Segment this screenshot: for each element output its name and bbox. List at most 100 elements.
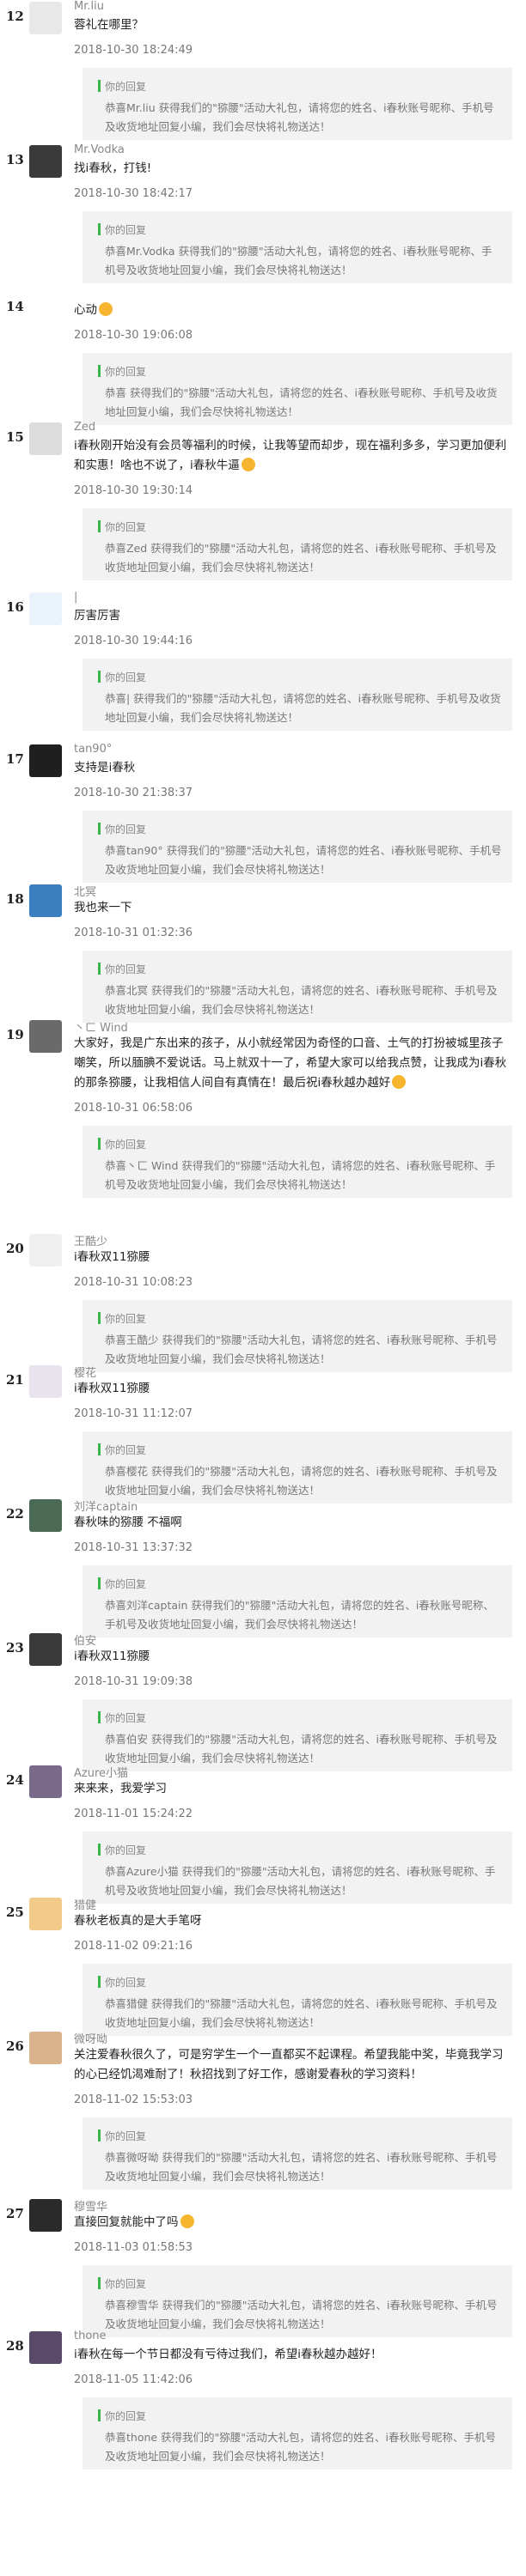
reply-label: 你的回复 [105, 1976, 147, 1989]
commenter-name: Mr.liu [74, 0, 104, 13]
reply-label: 你的回复 [105, 1844, 147, 1856]
avatar[interactable] [29, 2, 62, 34]
reply-marker [98, 1443, 101, 1456]
reply-label: 你的回复 [105, 1578, 147, 1591]
reply-label: 你的回复 [105, 366, 147, 379]
comment-list: 12 Mr.liu 蓉礼在哪里？ 2018-10-30 18:24:49 你的回复 恭喜M… [0, 0, 526, 2576]
comment-number: 17 [6, 750, 24, 767]
emoji-icon [241, 458, 255, 472]
reply-text: 恭喜thone 获得我们的"猕腰"活动大礼包，请将您的姓名、i春秋账号昵称、手机… [105, 2431, 497, 2464]
comment-number: 16 [6, 598, 24, 615]
commenter-name: Azure小猫 [74, 1766, 129, 1780]
author-reply: 你的回复 恭喜Mr.Vodka 获得我们的"猕腰"活动大礼包，请将您的姓名、i春秋… [83, 211, 512, 284]
reply-label: 你的回复 [105, 81, 147, 93]
commenter-name: 穆雪华 [74, 2201, 108, 2215]
emoji-icon [180, 2215, 194, 2229]
comment-time: 2018-10-30 21:38:37 [74, 786, 193, 799]
avatar[interactable] [29, 1897, 62, 1930]
reply-label: 你的回复 [105, 823, 147, 835]
avatar[interactable] [29, 1233, 62, 1267]
avatar[interactable] [29, 145, 62, 179]
reply-marker [98, 1311, 101, 1324]
avatar[interactable] [29, 422, 62, 456]
author-reply: 你的回复 恭喜刘洋captain 获得我们的"猕腰"活动大礼包，请将您的姓名、i春… [83, 1565, 512, 1638]
reply-marker [98, 80, 101, 92]
commenter-name: 伯安 [74, 1635, 97, 1648]
comment-text: i春秋在每一个节日都没有亏待过我们，希望i春秋越办越好！ [74, 2348, 382, 2362]
comment-text: i春秋刚开始没有会员等福利的时候，让我等望而却步，现在福利多多，学习更加便利和实… [74, 439, 507, 473]
reply-marker [98, 2129, 101, 2142]
avatar[interactable] [29, 1019, 62, 1053]
reply-marker [98, 2277, 101, 2290]
comment-number: 21 [6, 1372, 24, 1388]
reply-label: 你的回复 [105, 671, 147, 683]
reply-label: 你的回复 [105, 1138, 147, 1151]
author-reply: 你的回复 恭喜穆雪华 获得我们的"猕腰"活动大礼包，请将您的姓名、i春秋账号昵称、… [83, 2265, 512, 2338]
comment-text: 找i春秋，打钱! [74, 161, 152, 176]
comment-text: 直接回复就能中了吗 [74, 2213, 512, 2233]
avatar[interactable] [29, 1365, 62, 1399]
reply-text: 恭喜北冥 获得我们的"猕腰"活动大礼包，请将您的姓名、i春秋账号昵称、手机号及收… [105, 983, 498, 1016]
reply-text: 恭喜tan90° 获得我们的"猕腰"活动大礼包，请将您的姓名、i春秋账号昵称、手… [105, 843, 502, 876]
comment-time: 2018-10-31 10:08:23 [74, 1275, 193, 1289]
author-reply: 你的回复 恭喜樱花 获得我们的"猕腰"活动大礼包，请将您的姓名、i春秋账号昵称、手… [83, 1431, 512, 1504]
comment-text: 来来来，我爱学习 [74, 1781, 167, 1795]
author-reply: 你的回复 恭喜北冥 获得我们的"猕腰"活动大礼包，请将您的姓名、i春秋账号昵称、手… [83, 950, 512, 1023]
reply-marker [98, 962, 101, 975]
comment-text: 关注爱春秋很久了，可是穷学生一个一直都买不起课程。希望我能中奖，毕竟我学习的心已… [74, 2047, 504, 2081]
avatar[interactable] [29, 2331, 62, 2365]
avatar[interactable] [29, 1499, 62, 1533]
avatar[interactable] [29, 1765, 62, 1798]
comment-number: 14 [6, 299, 24, 315]
emoji-icon [392, 1074, 407, 1089]
reply-marker [98, 2409, 101, 2422]
author-reply: 你的回复恭喜tan90° 获得我们的"猕腰"活动大礼包，请将您的姓名、i春秋账号… [83, 810, 512, 883]
reply-text: 恭喜猎健 获得我们的"猕腰"活动大礼包，请将您的姓名、i春秋账号昵称、手机号及收… [105, 1996, 498, 2029]
reply-text: 恭喜 获得我们的"猕腰"活动大礼包，请将您的姓名、i春秋账号昵称、手机号及收货地… [105, 386, 498, 419]
avatar[interactable] [29, 884, 62, 917]
comment-text: 大家好，我是广东出来的孩子，从小就经常因为奇怪的口音、土气的打扮被城里孩子嘲笑，… [74, 1036, 507, 1090]
comment-number: 27 [6, 2206, 24, 2222]
avatar[interactable] [29, 2199, 62, 2233]
comment-number: 23 [6, 1640, 24, 1656]
comment-number: 28 [6, 2338, 24, 2354]
reply-text: 恭喜伯安 获得我们的"猕腰"活动大礼包，请将您的姓名、i春秋账号昵称、手机号及收… [105, 1733, 498, 1765]
comment-number: 26 [6, 2038, 24, 2054]
reply-text: 恭喜王酷少 获得我们的"猕腰"活动大礼包，请将您的姓名、i春秋账号昵称、手机号及… [105, 1333, 498, 1365]
reply-text: 恭喜微呀呦 获得我们的"猕腰"活动大礼包，请将您的姓名、i春秋账号昵称、手机号及… [105, 2150, 498, 2183]
reply-label: 你的回复 [105, 2278, 147, 2291]
commenter-name: 猎健 [74, 1899, 97, 1912]
reply-marker [98, 365, 101, 378]
comment-text: i春秋双11猕腰 [74, 1249, 150, 1264]
author-reply: 你的回复 恭喜Azure小猫 获得我们的"猕腰"活动大礼包，请将您的姓名、i春秋账… [83, 1831, 512, 1904]
commenter-name: 樱花 [74, 1367, 97, 1381]
commenter-name: 微呀呦 [74, 2032, 108, 2046]
comment-number: 15 [6, 429, 24, 446]
author-reply: 你的回复 恭喜王酷少 获得我们的"猕腰"活动大礼包，请将您的姓名、i春秋账号昵称、… [83, 1299, 512, 1372]
author-reply: 你的回复 恭喜Zed 获得我们的"猕腰"活动大礼包，请将您的姓名、i春秋账号昵称、… [83, 508, 512, 581]
reply-marker [98, 520, 101, 533]
comment-time: 2018-10-31 01:32:36 [74, 926, 193, 939]
commenter-name: 王酷少 [74, 1235, 108, 1249]
author-reply: 你的回复 恭喜伯安 获得我们的"猕腰"活动大礼包，请将您的姓名、i春秋账号昵称、手… [83, 1699, 512, 1771]
comment-text: 蓉礼在哪里？ [74, 18, 144, 32]
comment-text: 春秋老板真的是大手笔呀 [74, 1913, 202, 1928]
avatar[interactable] [29, 2031, 62, 2064]
avatar[interactable] [29, 744, 62, 777]
author-reply: 你的回复恭喜 获得我们的"猕腰"活动大礼包，请将您的姓名、i春秋账号昵称、手机号… [83, 353, 512, 426]
avatar[interactable] [29, 1633, 62, 1666]
avatar[interactable] [29, 592, 62, 625]
comment-text: 支持是i春秋 [74, 760, 136, 775]
reply-marker [98, 670, 101, 683]
reply-marker [98, 1975, 101, 1988]
comment-time: 2018-10-31 06:58:06 [74, 1101, 193, 1115]
comment-time: 2018-10-31 13:37:32 [74, 1541, 193, 1555]
comment-time: 2018-10-30 19:06:08 [74, 329, 193, 343]
reply-text: 恭喜丶ㄈ Wind 获得我们的"猕腰"活动大礼包，请将您的姓名、i春秋账号昵称、… [105, 1158, 496, 1191]
emoji-icon [99, 302, 113, 317]
comment-text: 心动 [74, 301, 512, 320]
commenter-name: 北冥 [74, 885, 97, 899]
author-reply: 你的回复 恭喜| 获得我们的"猕腰"活动大礼包，请将您的姓名、i春秋账号昵称、手机… [83, 658, 512, 731]
reply-label: 你的回复 [105, 1444, 147, 1457]
author-reply: 你的回复恭喜丶ㄈ Wind 获得我们的"猕腰"活动大礼包，请将您的姓名、i春秋账… [83, 1125, 512, 1198]
